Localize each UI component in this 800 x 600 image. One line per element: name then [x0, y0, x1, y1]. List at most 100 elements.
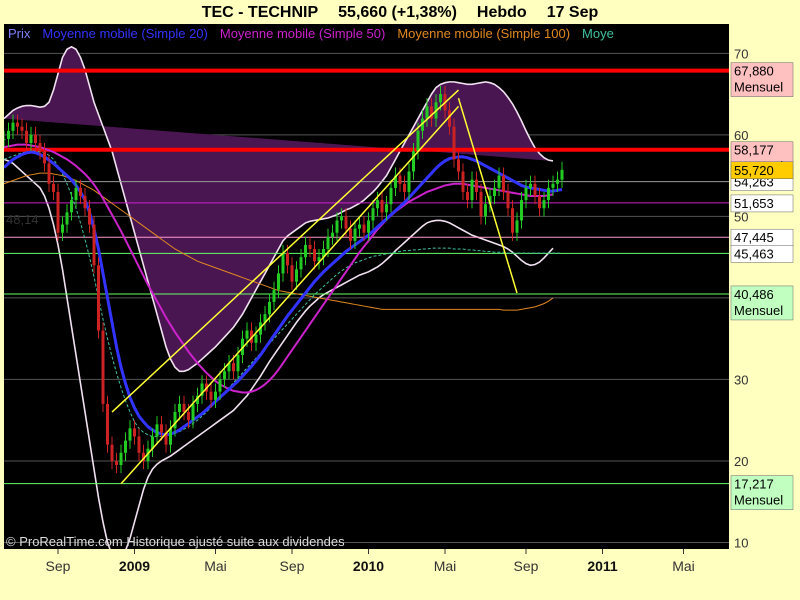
candle-body [209, 391, 213, 400]
candle-body [286, 253, 289, 266]
candle-body [493, 187, 496, 197]
candle-body [56, 191, 60, 233]
candle-body [97, 265, 100, 331]
legend-item: Moyenne mobile (Simple 50) [220, 26, 385, 41]
candle-body [403, 183, 406, 192]
candle-body [353, 228, 357, 241]
candle-body [110, 444, 114, 461]
candle-body [461, 171, 465, 192]
candle-body [475, 179, 478, 192]
candle-body [439, 94, 442, 103]
candle-body [358, 224, 361, 229]
candle-body [466, 191, 469, 201]
candle-body [272, 289, 276, 302]
candle-body [398, 175, 402, 184]
candle-body [407, 171, 411, 192]
candle-body [533, 183, 537, 197]
candle-body [344, 216, 348, 229]
candle-body [43, 151, 46, 164]
candle-body [313, 249, 316, 262]
candle-body [223, 371, 226, 380]
candle-body [551, 183, 555, 188]
candle-body [290, 265, 294, 282]
candle-body [268, 301, 271, 315]
candle-body [425, 106, 429, 119]
candle-body [497, 175, 501, 188]
candle-body [479, 191, 483, 217]
candle-body [191, 403, 195, 421]
candle-body [74, 187, 78, 201]
candle-body [34, 134, 37, 144]
candle-body [214, 391, 217, 400]
candle-body [389, 187, 393, 205]
price-chart[interactable]: 48,14 Prix Moyenne mobile (Simple 20) Moyen… [0, 0, 800, 600]
candle-body [340, 216, 343, 221]
y-tick-label: 30 [734, 372, 748, 387]
price-tag-period: Mensuel [734, 303, 783, 318]
candle-body [349, 228, 352, 241]
candle-body [457, 159, 460, 172]
candle-body [470, 179, 474, 201]
legend-item: Prix [8, 26, 31, 41]
candle-body [331, 232, 334, 237]
candle-body [524, 187, 528, 201]
legend-item: Moyenne mobile (Simple 20) [42, 26, 207, 41]
candle-body [173, 412, 177, 429]
candle-body [218, 379, 222, 392]
candle-body [502, 175, 505, 192]
candle-body [371, 208, 375, 221]
y-tick-label: 10 [734, 535, 748, 550]
candle-body [101, 330, 105, 404]
candle-body [511, 208, 514, 233]
price-tag-value: 67,880 [734, 64, 774, 79]
footer-credit: © ProRealTime.com Historique ajusté suit… [6, 534, 345, 549]
price-tag-value: 51,653 [734, 196, 774, 211]
candle-body [385, 204, 388, 213]
x-tick-label: 2011 [587, 558, 618, 574]
candle-body [47, 163, 51, 184]
candle-body [4, 138, 6, 140]
x-tick-label: Sep [46, 558, 71, 574]
candle-body [7, 130, 10, 139]
price-tag-value: 40,486 [734, 287, 774, 302]
candle-body [20, 126, 24, 131]
candle-body [560, 169, 564, 180]
candle-body [52, 183, 55, 192]
x-tick-label: Mai [672, 558, 695, 574]
price-tag-value: 55,720 [734, 163, 774, 178]
candle-body [254, 334, 258, 343]
candle-body [529, 183, 532, 188]
candle-body [79, 187, 82, 197]
candle-body [556, 179, 559, 184]
candle-body [308, 244, 312, 249]
candle-body [515, 220, 519, 233]
x-tick-label: Mai [204, 558, 227, 574]
price-tag-value: 17,217 [734, 477, 774, 492]
candle-body [299, 257, 303, 270]
candle-body [70, 200, 73, 213]
candle-body [137, 436, 141, 453]
candle-body [506, 191, 510, 209]
x-tick-label: 2010 [353, 558, 384, 574]
candle-body [61, 224, 64, 233]
x-tick-label: Sep [280, 558, 305, 574]
candle-body [119, 452, 123, 466]
candle-body [128, 428, 132, 441]
candle-body [187, 412, 190, 421]
candle-body [484, 204, 487, 217]
plot-background [4, 24, 729, 549]
candle-body [376, 200, 379, 209]
candle-body [115, 460, 118, 466]
candle-body [295, 269, 298, 282]
candle-body [326, 236, 330, 249]
candle-body [178, 403, 181, 413]
candle-body [65, 212, 69, 225]
x-tick-label: Sep [514, 558, 539, 574]
candle-body [542, 200, 546, 209]
candle-body [380, 200, 384, 213]
candle-body [155, 424, 159, 437]
candle-body [281, 253, 285, 274]
candle-body [367, 220, 370, 233]
candle-body [304, 244, 307, 258]
candle-body [416, 130, 420, 152]
